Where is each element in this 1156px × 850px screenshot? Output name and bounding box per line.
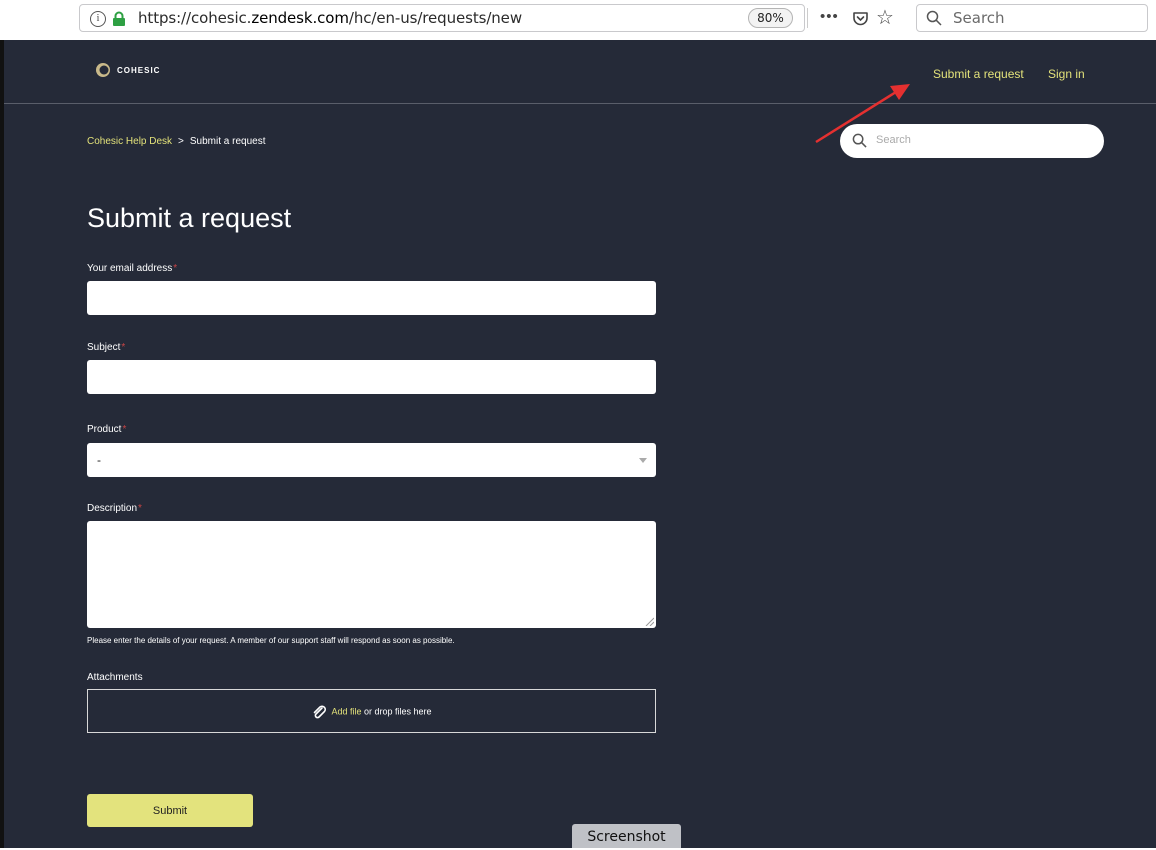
dropzone-content: Add file or drop files here <box>88 704 655 720</box>
toolbar-divider <box>807 8 808 28</box>
site-header: COHESIC Submit a request Sign in <box>0 40 1156 104</box>
url-path: /hc/en-us/requests/new <box>348 9 522 27</box>
more-icon[interactable]: ••• <box>820 8 839 25</box>
url-domain: zendesk.com <box>251 9 349 27</box>
submit-button[interactable]: Submit <box>87 794 253 827</box>
url-prefix: https://cohesic. <box>138 9 252 27</box>
info-icon[interactable]: i <box>90 11 106 27</box>
required-mark: * <box>121 342 126 353</box>
description-label-text: Description <box>87 503 138 514</box>
product-label: Product* <box>87 424 126 435</box>
browser-search-placeholder: Search <box>953 9 1005 27</box>
attachments-dropzone[interactable]: Add file or drop files here <box>87 689 656 733</box>
search-icon <box>852 133 867 148</box>
help-center-search-placeholder: Search <box>876 134 911 146</box>
address-bar[interactable]: i https://cohesic.zendesk.com/hc/en-us/r… <box>79 4 894 32</box>
breadcrumb: Cohesic Help Desk > Submit a request <box>87 136 266 147</box>
email-label: Your email address* <box>87 263 177 274</box>
description-textarea[interactable] <box>87 521 656 628</box>
chevron-down-icon <box>639 458 647 463</box>
subject-label-text: Subject <box>87 342 121 353</box>
url-text[interactable]: https://cohesic.zendesk.com/hc/en-us/req… <box>138 9 522 27</box>
description-hint: Please enter the details of your request… <box>87 636 455 645</box>
product-select[interactable]: - <box>87 443 656 477</box>
browser-search-input[interactable]: Search <box>916 4 1148 32</box>
resize-grip-icon[interactable] <box>644 616 654 626</box>
browser-toolbar: i https://cohesic.zendesk.com/hc/en-us/r… <box>0 0 1156 40</box>
drop-files-text: or drop files here <box>361 706 432 717</box>
required-mark: * <box>173 263 178 274</box>
lock-icon[interactable] <box>111 11 127 27</box>
logo-mark-icon <box>96 63 110 77</box>
attachments-label: Attachments <box>87 672 143 683</box>
email-label-text: Your email address <box>87 263 173 274</box>
zoom-badge[interactable]: 80% <box>748 8 793 28</box>
nav-sign-in-link[interactable]: Sign in <box>1048 67 1085 81</box>
nav-submit-request-link[interactable]: Submit a request <box>933 67 1024 81</box>
subject-label: Subject* <box>87 342 125 353</box>
screenshot-tab[interactable]: Screenshot <box>572 824 681 848</box>
paperclip-icon <box>314 705 327 719</box>
logo-text: COHESIC <box>117 65 161 75</box>
page-title: Submit a request <box>87 203 292 233</box>
breadcrumb-current: Submit a request <box>189 136 266 147</box>
page-edge <box>0 40 4 848</box>
pocket-icon[interactable] <box>852 10 869 27</box>
product-selected-value: - <box>97 453 101 467</box>
email-field[interactable] <box>87 281 656 315</box>
help-center-page: COHESIC Submit a request Sign in Cohesic… <box>0 40 1156 848</box>
help-center-search-input[interactable]: Search <box>840 124 1104 158</box>
required-mark: * <box>122 424 127 435</box>
breadcrumb-separator: > <box>178 136 184 147</box>
search-icon <box>926 10 942 26</box>
add-file-link[interactable]: Add file <box>331 706 361 716</box>
star-icon[interactable]: ☆ <box>876 5 894 30</box>
product-label-text: Product <box>87 424 122 435</box>
logo[interactable]: COHESIC <box>95 62 160 78</box>
description-label: Description* <box>87 503 142 514</box>
breadcrumb-home-link[interactable]: Cohesic Help Desk <box>87 136 172 147</box>
subject-field[interactable] <box>87 360 656 394</box>
required-mark: * <box>138 503 142 514</box>
